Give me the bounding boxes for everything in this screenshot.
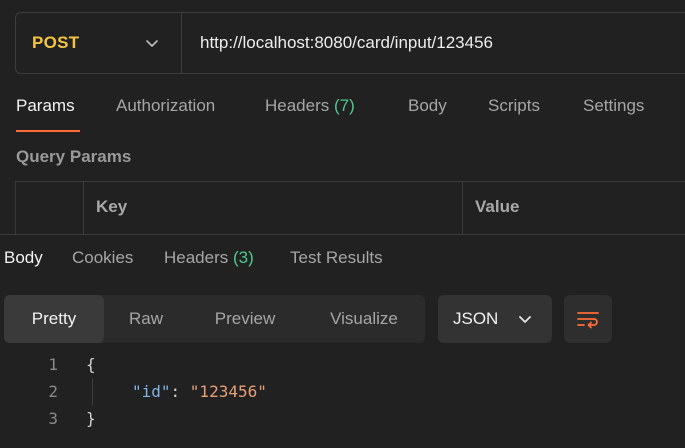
tab-authorization[interactable]: Authorization: [116, 96, 215, 116]
column-header-key: Key: [96, 197, 128, 216]
tab-label: Body: [4, 248, 43, 267]
headers-count: (3): [233, 248, 254, 267]
tab-body[interactable]: Body: [408, 96, 447, 116]
tab-headers[interactable]: Headers (7): [265, 96, 355, 116]
response-tab-test-results[interactable]: Test Results: [290, 248, 383, 268]
column-header-value: Value: [475, 197, 520, 216]
method-label: POST: [32, 33, 80, 52]
query-params-table: Key Value: [15, 181, 685, 242]
chevron-down-icon: [519, 316, 531, 323]
json-key: "id": [132, 382, 171, 401]
tab-label: Cookies: [72, 248, 134, 267]
json-entry: "id": "123456": [132, 378, 267, 405]
json-string-value: "123456": [189, 382, 267, 401]
format-select[interactable]: JSON: [438, 295, 552, 343]
response-tab-headers[interactable]: Headers (3): [164, 248, 254, 268]
tab-scripts[interactable]: Scripts: [488, 96, 540, 116]
response-tab-body[interactable]: Body: [4, 248, 43, 268]
response-body-code: 1 { 2 "id": "123456" 3 }: [0, 351, 685, 432]
wrap-lines-icon: [577, 312, 599, 329]
headers-count: (7): [334, 96, 355, 115]
view-visualize-button[interactable]: Visualize: [306, 295, 422, 343]
checkbox-column: [16, 182, 84, 242]
json-brace-open: {: [86, 355, 96, 374]
tab-label: Authorization: [116, 96, 216, 115]
response-panel: Body Cookies Headers (3) Test Results Pr…: [0, 234, 685, 448]
tab-label: Headers: [265, 96, 330, 115]
method-select[interactable]: POST: [16, 13, 182, 73]
tab-label: Body: [408, 96, 447, 115]
url-input[interactable]: http://localhost:8080/card/input/123456: [182, 33, 493, 53]
code-line: 2 "id": "123456": [0, 378, 685, 405]
request-tabs: Params Authorization Headers (7) Body Sc…: [0, 96, 685, 136]
tab-label: Scripts: [488, 96, 540, 115]
wrap-lines-button[interactable]: [564, 295, 612, 343]
indent-guide: [92, 378, 93, 405]
tab-label: Test Results: [290, 248, 383, 267]
response-tab-cookies[interactable]: Cookies: [72, 248, 133, 268]
json-separator: :: [170, 382, 190, 401]
view-pretty-button[interactable]: Pretty: [4, 295, 104, 343]
tab-label: Headers: [164, 248, 229, 267]
tab-settings[interactable]: Settings: [583, 96, 644, 116]
view-raw-button[interactable]: Raw: [104, 295, 188, 343]
tab-label: Settings: [583, 96, 645, 115]
json-brace-close: }: [86, 409, 96, 428]
view-mode-switcher: Pretty Raw Preview Visualize: [4, 295, 425, 343]
line-number: 2: [48, 382, 58, 401]
request-bar: POST http://localhost:8080/card/input/12…: [15, 12, 685, 74]
key-column: [84, 182, 463, 242]
line-number: 1: [48, 355, 58, 374]
active-tab-indicator: [16, 130, 80, 132]
code-line: 3 }: [0, 405, 685, 432]
response-tabs: Body Cookies Headers (3) Test Results: [0, 248, 685, 278]
code-line: 1 {: [0, 351, 685, 378]
view-preview-button[interactable]: Preview: [194, 295, 296, 343]
line-number: 3: [48, 409, 58, 428]
query-params-title: Query Params: [16, 147, 132, 166]
format-label: JSON: [453, 309, 499, 328]
tab-label: Params: [16, 96, 75, 115]
chevron-down-icon: [146, 40, 158, 47]
tab-params[interactable]: Params: [16, 96, 75, 116]
